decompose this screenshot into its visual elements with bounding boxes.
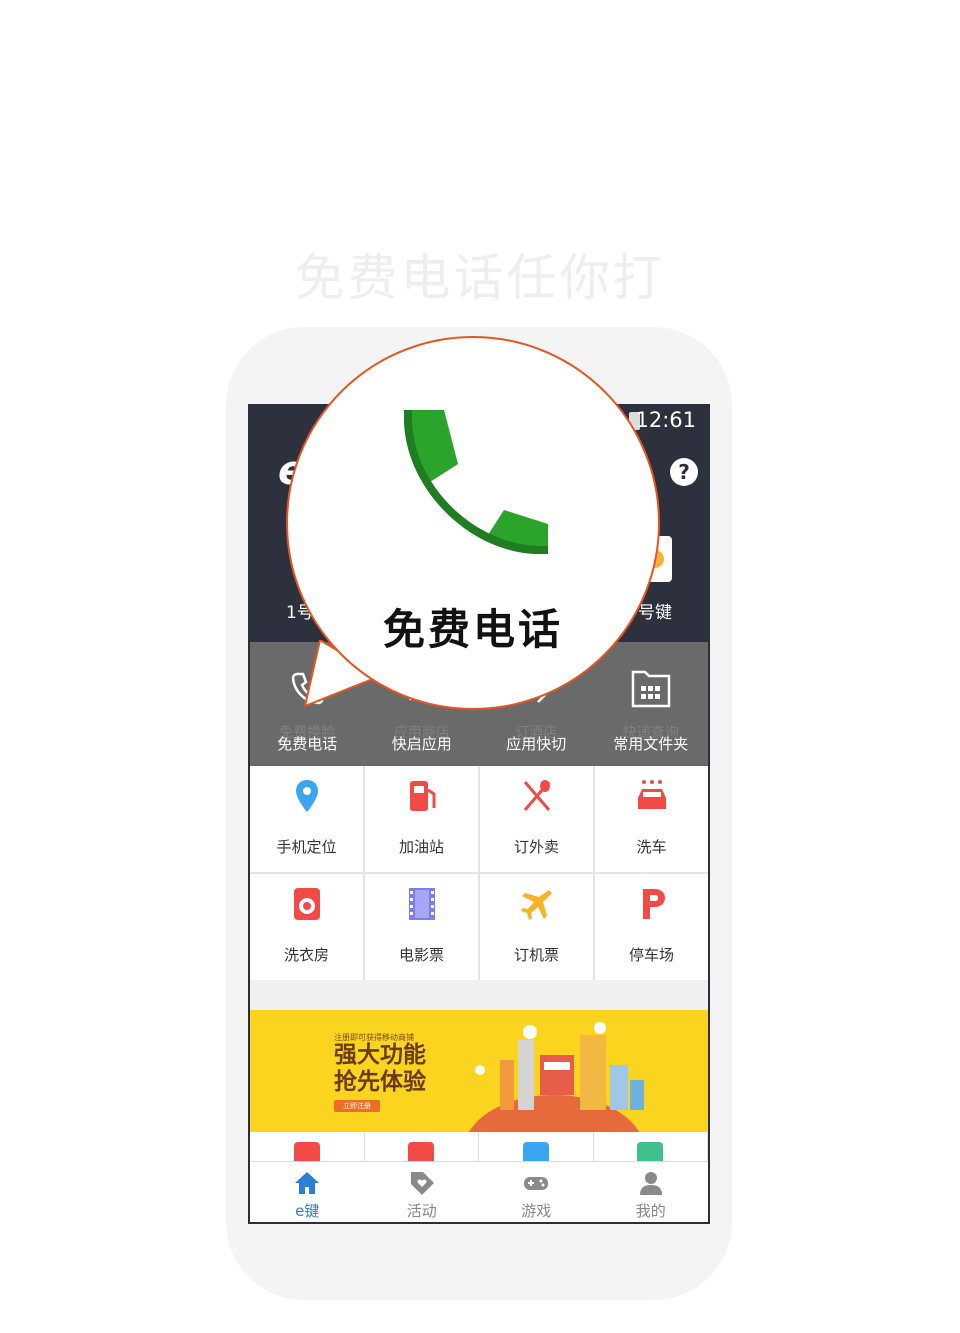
- grid-label: 订机票: [513, 946, 559, 964]
- car-wash-icon: [637, 780, 666, 809]
- city-illustration-icon: [475, 1022, 644, 1110]
- shortcut-folder[interactable]: 快递查询 常用文件夹: [594, 642, 709, 766]
- grid-item-carwash[interactable]: 洗车: [595, 766, 708, 872]
- banner-title-line: 抢先体验: [334, 1069, 426, 1095]
- section-gap: [250, 980, 708, 1010]
- status-time: 12:61: [635, 408, 696, 432]
- grid-label: 订外卖: [513, 838, 559, 856]
- tab-label: 活动: [406, 1202, 437, 1220]
- bottom-tab-bar: e键 活动 游戏 我的: [250, 1161, 708, 1222]
- tag-heart-icon: [410, 1172, 434, 1195]
- folder-icon: [631, 670, 670, 708]
- grid-item-parking[interactable]: 停车场: [595, 874, 708, 980]
- promo-banner[interactable]: 注册即可获得移动商铺 强大功能 抢先体验 立即注册: [250, 1010, 708, 1132]
- location-pin-icon: [295, 780, 318, 812]
- grid-item-gas[interactable]: 加油站: [365, 766, 478, 872]
- grid-label: 电影票: [398, 946, 444, 964]
- tab-profile[interactable]: 我的: [594, 1162, 709, 1222]
- grid-label: 洗车: [636, 838, 667, 856]
- grid-item-movie[interactable]: 电影票: [365, 874, 478, 980]
- grid-label: 洗衣房: [283, 946, 329, 964]
- more-services-row: [250, 1132, 708, 1164]
- headline: 免费电话任你打: [294, 249, 666, 307]
- speech-bubble: 免费电话: [286, 336, 660, 710]
- grid-label: 手机定位: [276, 838, 337, 856]
- service-grid: 手机定位 加油站 订外卖 洗车 洗衣房 电影票 订机票 停车场: [250, 766, 708, 980]
- shortcut-label: 快启应用: [391, 735, 452, 753]
- grid-item-laundry[interactable]: 洗衣房: [250, 874, 363, 980]
- grid-item-flight[interactable]: 订机票: [480, 874, 593, 980]
- grid-item-takeout[interactable]: 订外卖: [480, 766, 593, 872]
- peek-item[interactable]: [364, 1132, 479, 1164]
- shortcut-label: 应用快切: [506, 735, 567, 753]
- peek-item[interactable]: [593, 1132, 708, 1164]
- washing-machine-icon: [293, 888, 320, 920]
- home-icon: [295, 1172, 320, 1194]
- film-icon: [408, 888, 435, 920]
- person-icon: [639, 1172, 662, 1195]
- tab-label: 游戏: [521, 1202, 552, 1220]
- banner-title-line: 强大功能: [334, 1042, 426, 1068]
- peek-item[interactable]: [479, 1132, 594, 1164]
- fork-spoon-icon: [523, 780, 550, 811]
- tab-label: 我的: [635, 1202, 666, 1220]
- shortcut-label: 常用文件夹: [613, 735, 689, 753]
- shortcut-label: 免费电话: [277, 735, 338, 753]
- peek-item[interactable]: [250, 1132, 365, 1164]
- banner-register-button[interactable]: 立即注册: [334, 1100, 380, 1112]
- tab-activity[interactable]: 活动: [365, 1162, 480, 1222]
- grid-label: 加油站: [398, 838, 444, 856]
- phone-icon: [404, 410, 548, 554]
- help-button[interactable]: ?: [670, 458, 698, 486]
- tab-label: e键: [295, 1202, 320, 1220]
- tab-home[interactable]: e键: [250, 1162, 365, 1222]
- parking-icon: [642, 889, 665, 919]
- grid-item-location[interactable]: 手机定位: [250, 766, 363, 872]
- banner-title: 强大功能 抢先体验: [334, 1042, 444, 1096]
- gas-pump-icon: [409, 781, 435, 811]
- grid-label: 停车场: [628, 946, 674, 964]
- tab-games[interactable]: 游戏: [479, 1162, 594, 1222]
- bubble-label: 免费电话: [382, 605, 563, 654]
- gamepad-icon: [524, 1177, 549, 1190]
- airplane-icon: [520, 890, 552, 920]
